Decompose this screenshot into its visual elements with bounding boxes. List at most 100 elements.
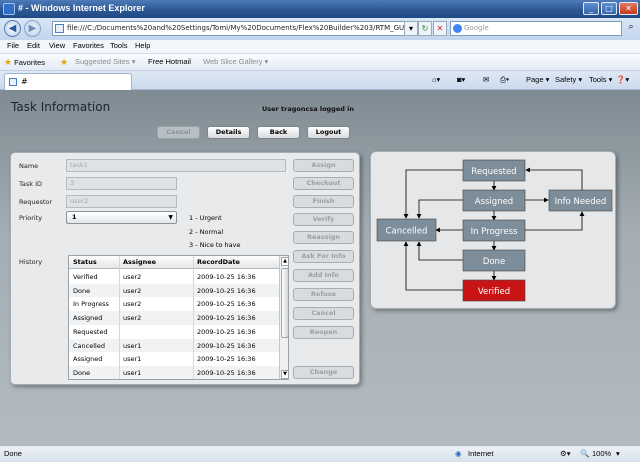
table-row[interactable]: Requested 2009-10-25 16:36 — [69, 325, 279, 339]
cell-recorddate: 2009-10-25 16:36 — [197, 314, 256, 323]
state-info-needed-label: Info Needed — [555, 197, 607, 207]
add-favorite-icon[interactable]: ★ — [60, 57, 68, 68]
add-info-button[interactable]: Add Info — [293, 269, 354, 282]
state-assigned[interactable]: Assigned — [462, 189, 526, 212]
url-dropdown-button[interactable]: ▾ — [404, 21, 418, 36]
taskid-field[interactable]: 3 — [66, 177, 177, 190]
reassign-button[interactable]: Reassign — [293, 231, 354, 244]
home-icon[interactable]: ⌂▾ — [432, 75, 440, 84]
zoom-icon[interactable]: 🔍 — [580, 449, 589, 458]
priority-note-1: 1 - Urgent — [189, 214, 222, 222]
history-table[interactable]: Status Assignee RecordDate Verified user2… — [68, 255, 289, 380]
scroll-thumb[interactable] — [281, 268, 288, 338]
maximize-button[interactable]: □ — [601, 2, 617, 15]
close-window-button[interactable]: ✕ — [619, 2, 638, 15]
fav-free-hotmail[interactable]: Free Hotmail — [148, 57, 191, 66]
name-label: Name — [19, 162, 39, 170]
finish-button[interactable]: Finish — [293, 195, 354, 208]
protected-mode-icon[interactable]: ⚙▾ — [560, 449, 571, 458]
menu-edit[interactable]: Edit — [27, 41, 40, 50]
fav-suggested-sites[interactable]: Suggested Sites ▾ — [75, 57, 135, 66]
cell-assignee: user2 — [123, 300, 142, 309]
minimize-button[interactable]: _ — [583, 2, 599, 15]
priority-select[interactable]: 1 ▼ — [66, 211, 177, 224]
col-recorddate[interactable]: RecordDate — [197, 258, 240, 266]
col-assignee[interactable]: Assignee — [123, 258, 156, 266]
cell-status: Verified — [73, 273, 98, 281]
page-title: Task Information — [11, 100, 111, 114]
scroll-up-icon[interactable]: ▲ — [281, 257, 288, 266]
taskid-label: Task ID — [19, 180, 43, 188]
back-button[interactable]: Back — [257, 126, 300, 139]
back-nav-button[interactable]: ◀ — [4, 20, 21, 37]
browser-tab[interactable]: # — [4, 73, 132, 90]
verify-button[interactable]: Verify — [293, 213, 354, 226]
print-icon[interactable]: ⎙▾ — [500, 75, 509, 85]
fav-web-slice-gallery[interactable]: Web Slice Gallery ▾ — [203, 57, 268, 66]
name-field[interactable]: task1 — [66, 159, 286, 172]
refuse-button[interactable]: Refuse — [293, 288, 354, 301]
favorites-label: Favorites — [14, 58, 46, 67]
menu-help[interactable]: Help — [135, 41, 150, 50]
feeds-icon[interactable]: ◙▾ — [457, 75, 465, 84]
cancel-button[interactable]: Cancel — [157, 126, 200, 139]
search-input[interactable]: Google — [450, 21, 622, 36]
safety-menu[interactable]: Safety ▾ — [555, 75, 582, 84]
cell-assignee: user2 — [123, 273, 142, 281]
url-text: file:///C:/Documents%20and%20Settings/To… — [67, 24, 407, 32]
window-title: # - Windows Internet Explorer — [18, 3, 145, 13]
url-field[interactable]: file:///C:/Documents%20and%20Settings/To… — [52, 21, 408, 36]
workflow-svg: Requested Assigned Info Needed Cancelled… — [376, 159, 613, 302]
table-row[interactable]: Assigned user2 2009-10-25 16:36 — [69, 311, 279, 325]
state-in-progress[interactable]: In Progress — [462, 219, 526, 242]
state-requested[interactable]: Requested — [462, 159, 526, 182]
cell-recorddate: 2009-10-25 16:36 — [197, 341, 256, 350]
table-row[interactable]: Done user2 2009-10-25 16:36 — [69, 283, 279, 298]
cell-status: Done — [73, 368, 91, 377]
mail-icon[interactable]: ✉ — [483, 75, 489, 84]
favorites-bar: ★ Favorites ★ Suggested Sites ▾ Free Hot… — [0, 54, 640, 71]
reopen-button[interactable]: Reopen — [293, 326, 354, 339]
table-row[interactable]: Assigned user1 2009-10-25 16:36 — [69, 352, 279, 366]
menu-favorites[interactable]: Favorites — [73, 41, 104, 50]
table-row[interactable]: Verified user2 2009-10-25 16:36 — [69, 270, 279, 284]
cancel-action-button[interactable]: Cancel — [293, 307, 354, 320]
checkout-button[interactable]: Checkout — [293, 177, 354, 190]
address-bar: ◀ ▶ file:///C:/Documents%20and%20Setting… — [0, 18, 640, 40]
zone-label: Internet — [468, 449, 494, 458]
state-info-needed[interactable]: Info Needed — [548, 189, 613, 212]
menu-file[interactable]: File — [7, 41, 19, 50]
details-button[interactable]: Details — [207, 126, 250, 139]
status-text: Done — [4, 449, 22, 458]
tab-bar: # ⌂▾ ◙▾ ✉ ⎙▾ Page ▾ Safety ▾ Tools ▾ ❓▾ — [0, 71, 640, 90]
favorites-button[interactable]: ★ Favorites — [4, 57, 45, 68]
help-icon[interactable]: ❓▾ — [616, 75, 629, 84]
state-verified[interactable]: Verified — [462, 279, 526, 302]
state-in-progress-label: In Progress — [471, 227, 518, 237]
stop-icon[interactable]: ✕ — [433, 21, 447, 36]
priority-value: 1 — [72, 213, 77, 221]
logout-button[interactable]: Logout — [307, 126, 350, 139]
assign-button[interactable]: Assign — [293, 159, 354, 172]
requestor-field[interactable]: user2 — [66, 195, 177, 208]
table-row[interactable]: Done user1 2009-10-25 16:36 — [69, 365, 279, 379]
menu-tools[interactable]: Tools — [110, 41, 128, 50]
state-cancelled[interactable]: Cancelled — [376, 218, 437, 242]
table-row[interactable]: Cancelled user1 2009-10-25 16:36 — [69, 338, 279, 353]
search-icon[interactable]: ⌕ — [624, 21, 638, 36]
history-scrollbar[interactable]: ▲ ▼ — [279, 256, 288, 379]
zoom-dropdown-icon[interactable]: ▾ — [616, 449, 620, 458]
state-done[interactable]: Done — [462, 249, 526, 272]
page-menu[interactable]: Page ▾ — [526, 75, 549, 84]
forward-nav-button[interactable]: ▶ — [24, 20, 41, 37]
table-row[interactable]: In Progress user2 2009-10-25 16:36 — [69, 297, 279, 311]
zoom-level[interactable]: 100% — [592, 449, 611, 458]
tools-menu[interactable]: Tools ▾ — [589, 75, 612, 84]
refresh-icon[interactable]: ↻ — [418, 21, 432, 36]
col-status[interactable]: Status — [73, 258, 97, 266]
cell-recorddate: 2009-10-25 16:36 — [197, 368, 256, 377]
ask-for-info-button[interactable]: Ask For Info — [293, 250, 354, 263]
scroll-down-icon[interactable]: ▼ — [281, 370, 288, 379]
menu-view[interactable]: View — [49, 41, 65, 50]
change-button[interactable]: Change — [293, 366, 354, 379]
